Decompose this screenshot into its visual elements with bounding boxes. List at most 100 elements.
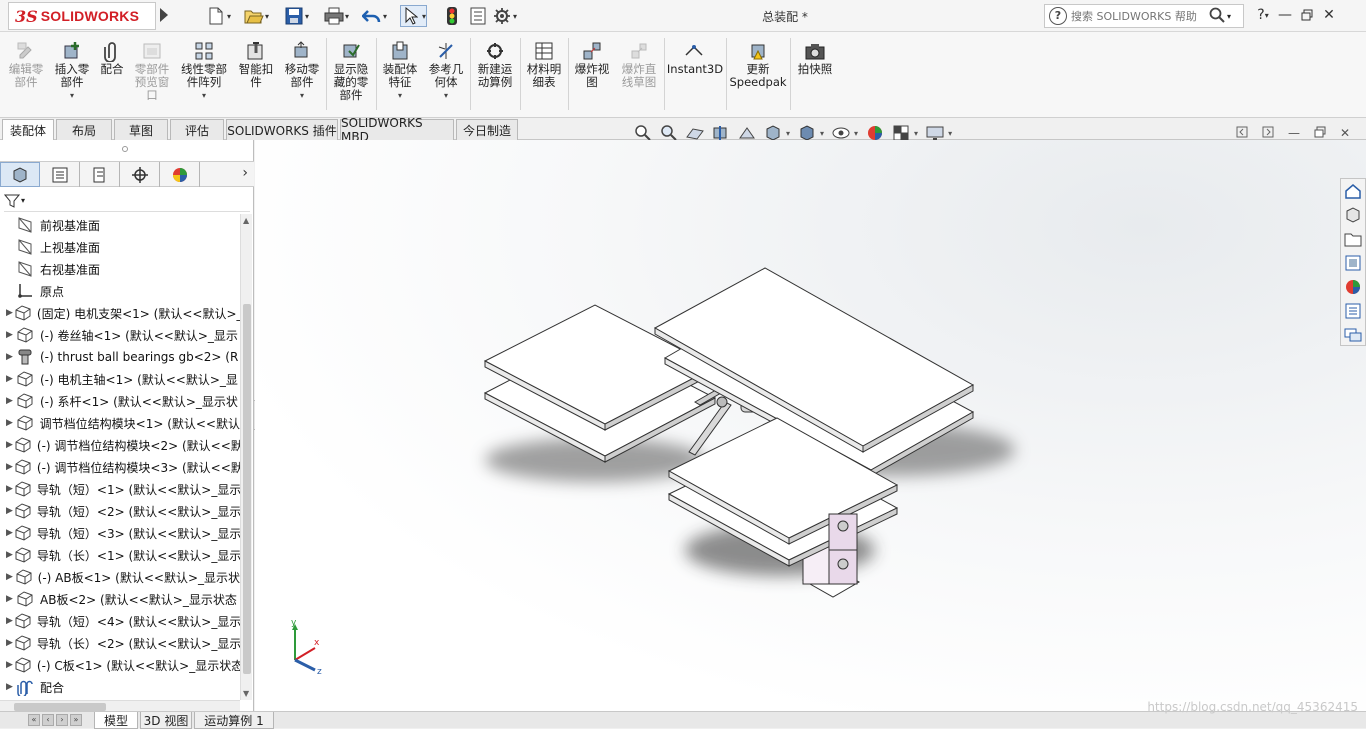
tree-item[interactable]: ▶ (-) 调节档位结构模块<2> (默认<<默: [0, 434, 240, 456]
custom-properties-icon[interactable]: [1341, 299, 1365, 323]
tab-evaluate[interactable]: 评估: [170, 119, 224, 140]
close-icon[interactable]: ✕: [1318, 4, 1340, 26]
chevron-down-icon[interactable]: ▾: [948, 129, 952, 138]
tab-layout[interactable]: 布局: [56, 119, 112, 140]
next-tab-icon[interactable]: ›: [56, 714, 68, 726]
tree-item[interactable]: ▶ (-) thrust ball bearings gb<2> (R: [0, 346, 240, 368]
tree-item[interactable]: ▶ (-) 卷丝轴<1> (默认<<默认>_显示: [0, 324, 240, 346]
move-component-button[interactable]: 移动零 部件 ▾: [282, 40, 322, 100]
expand-arrow-icon[interactable]: ▶: [0, 418, 14, 428]
tab-manufacturing[interactable]: 今日制造: [456, 119, 518, 140]
expand-arrow-icon[interactable]: ▶: [0, 506, 13, 516]
expand-arrow-icon[interactable]: ▶: [0, 594, 14, 604]
insert-component-button[interactable]: 插入零 部件 ▾: [52, 40, 92, 100]
tree-item[interactable]: ▶ (-) 电机主轴<1> (默认<<默认>_显: [0, 368, 240, 390]
scroll-up-icon[interactable]: ▲: [243, 216, 249, 225]
first-tab-icon[interactable]: «: [28, 714, 40, 726]
help-search-input[interactable]: [1071, 9, 1207, 23]
tree-item[interactable]: ▶ (-) AB板<1> (默认<<默认>_显示状: [0, 566, 240, 588]
expand-arrow-icon[interactable]: ▶: [0, 308, 13, 318]
chevron-down-icon[interactable]: ▾: [202, 91, 206, 100]
chevron-down-icon[interactable]: ▾: [786, 129, 790, 138]
dimxpert-manager-tab[interactable]: [120, 162, 160, 187]
instant3d-button[interactable]: Instant3D: [667, 40, 723, 76]
options-button[interactable]: ▾: [492, 5, 517, 27]
expand-arrow-icon[interactable]: ▶: [0, 396, 14, 406]
solidworks-logo[interactable]: 3S SOLIDWORKS: [8, 2, 156, 30]
expand-arrow-icon[interactable]: ▶: [0, 528, 13, 538]
expand-arrow-icon[interactable]: ▶: [0, 682, 14, 692]
tree-item[interactable]: ▶ 导轨（长）<1> (默认<<默认>_显示: [0, 544, 240, 566]
expand-arrow-icon[interactable]: ▶: [0, 572, 13, 582]
chevron-down-icon[interactable]: ▾: [345, 12, 349, 21]
expand-arrow-icon[interactable]: ▶: [0, 616, 13, 626]
tree-item[interactable]: ▶ 导轨（短）<4> (默认<<默认>_显示: [0, 610, 240, 632]
tab-motion-study-1[interactable]: 运动算例 1: [194, 712, 274, 729]
scroll-down-icon[interactable]: ▼: [243, 689, 249, 698]
update-speedpak-button[interactable]: 更新 Speedpak: [729, 40, 787, 89]
select-button[interactable]: ▾: [400, 5, 428, 27]
chevron-down-icon[interactable]: ▾: [383, 12, 387, 21]
scroll-thumb[interactable]: [243, 304, 251, 674]
chevron-down-icon[interactable]: ▾: [820, 129, 824, 138]
print-button[interactable]: ▾: [324, 5, 349, 27]
expand-arrow-icon[interactable]: ▶: [0, 440, 13, 450]
edit-component-button[interactable]: 编辑零 部件: [6, 40, 46, 89]
tree-item[interactable]: ▶ 调节档位结构模块<1> (默认<<默认: [0, 412, 240, 434]
display-manager-tab[interactable]: [160, 162, 200, 187]
expand-arrow-icon[interactable]: ▶: [0, 352, 14, 362]
chevron-down-icon[interactable]: ▾: [398, 91, 402, 100]
chevron-down-icon[interactable]: ▾: [305, 12, 309, 21]
panel-handle[interactable]: [122, 146, 128, 152]
restore-icon[interactable]: [1296, 4, 1318, 26]
tree-item[interactable]: ▶ AB板<2> (默认<<默认>_显示状态: [0, 588, 240, 610]
tree-vertical-scrollbar[interactable]: ▲ ▼: [240, 214, 252, 700]
rebuild-button[interactable]: [442, 5, 462, 27]
tree-item[interactable]: ▶ 导轨（短）<2> (默认<<默认>_显示: [0, 500, 240, 522]
chevron-down-icon[interactable]: ▾: [854, 129, 858, 138]
chevron-down-icon[interactable]: ▾: [914, 129, 918, 138]
undo-button[interactable]: ▾: [362, 5, 387, 27]
property-manager-tab[interactable]: [40, 162, 80, 187]
search-icon[interactable]: [1209, 7, 1225, 26]
mate-button[interactable]: 配合: [96, 40, 128, 76]
tree-item[interactable]: ▶ (固定) 电机支架<1> (默认<<默认>_: [0, 302, 240, 324]
viewport-next-icon[interactable]: [1262, 126, 1274, 141]
expand-arrow-icon[interactable]: ▶: [0, 484, 13, 494]
tab-sketch[interactable]: 草图: [114, 119, 168, 140]
tree-item[interactable]: 原点: [0, 280, 240, 302]
prev-tab-icon[interactable]: ‹: [42, 714, 54, 726]
tab-mbd[interactable]: SOLIDWORKS MBD: [340, 116, 454, 144]
restore-icon[interactable]: [1314, 126, 1326, 141]
save-button[interactable]: ▾: [284, 5, 309, 27]
expand-arrow-icon[interactable]: ▶: [0, 330, 14, 340]
new-motion-study-button[interactable]: 新建运 动算例: [474, 40, 516, 89]
chevron-down-icon[interactable]: ▾: [227, 12, 231, 21]
chevron-down-icon[interactable]: ▾: [1227, 12, 1231, 21]
minimize-icon[interactable]: —: [1274, 4, 1296, 26]
tree-item[interactable]: ▶ 导轨（短）<1> (默认<<默认>_显示: [0, 478, 240, 500]
tree-item[interactable]: ▶ (-) 调节档位结构模块<3> (默认<<默: [0, 456, 240, 478]
minimize-icon[interactable]: —: [1288, 126, 1300, 141]
linear-pattern-button[interactable]: 线性零部 件阵列 ▾: [178, 40, 230, 100]
scroll-thumb[interactable]: [14, 703, 106, 711]
appearances-icon[interactable]: [1341, 275, 1365, 299]
last-tab-icon[interactable]: »: [70, 714, 82, 726]
tab-model[interactable]: 模型: [94, 712, 138, 729]
chevron-right-icon[interactable]: ›: [242, 165, 248, 181]
snapshot-button[interactable]: 拍快照: [794, 40, 836, 76]
file-properties-button[interactable]: [468, 5, 488, 27]
tree-item[interactable]: ▶ (-) C板<1> (默认<<默认>_显示状态: [0, 654, 240, 676]
graphics-area[interactable]: y x z: [255, 140, 1366, 714]
expand-arrow-icon[interactable]: ▶: [0, 660, 13, 670]
exploded-view-button[interactable]: 爆炸视 图: [572, 40, 612, 89]
tree-item[interactable]: 上视基准面: [0, 236, 240, 258]
help-menu-button[interactable]: ? ▾: [1252, 4, 1274, 26]
tree-filter[interactable]: ▾: [4, 190, 250, 212]
reference-geometry-button[interactable]: 参考几 何体 ▾: [426, 40, 466, 100]
tree-item[interactable]: 右视基准面: [0, 258, 240, 280]
chevron-down-icon[interactable]: ▾: [513, 12, 517, 21]
tab-addins[interactable]: SOLIDWORKS 插件: [226, 119, 338, 140]
viewport-previous-icon[interactable]: [1236, 126, 1248, 141]
tab-3d-view[interactable]: 3D 视图: [140, 712, 192, 729]
